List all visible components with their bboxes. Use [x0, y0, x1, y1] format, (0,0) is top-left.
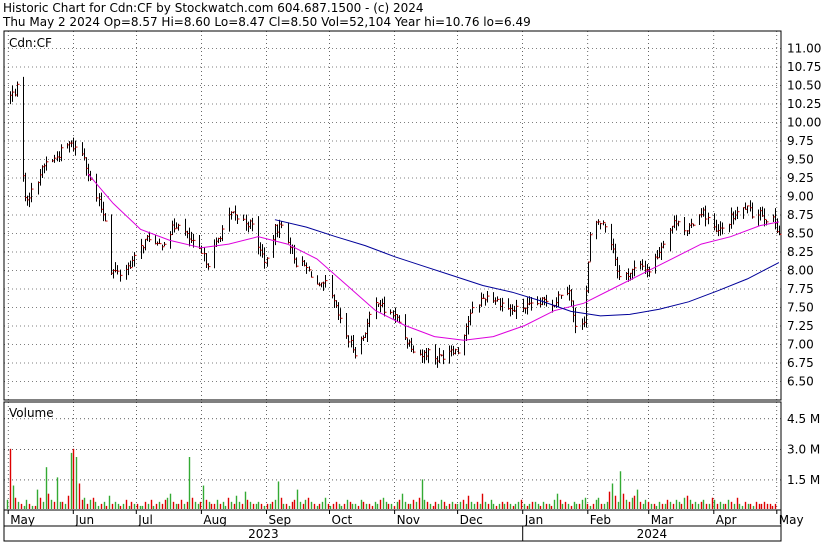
- price-tick-label: 7.00: [787, 338, 814, 352]
- price-tick-label: 6.50: [787, 375, 814, 389]
- month-label: Aug: [203, 513, 226, 527]
- month-label: Nov: [397, 513, 420, 527]
- price-tick-label: 10.75: [787, 60, 821, 74]
- month-label: Oct: [332, 513, 353, 527]
- price-tick-label: 8.25: [787, 245, 814, 259]
- moving-average-short: [87, 173, 779, 341]
- price-volume-chart: 11.00 10.75 10.50 10.25 10.00 9.75 9.50 9.25 9.0…: [3, 30, 821, 542]
- price-tick-label: 10.25: [787, 97, 821, 111]
- price-tick-label: 8.75: [787, 208, 814, 222]
- moving-averages: [87, 173, 780, 341]
- price-tick-label: 11.00: [787, 42, 821, 56]
- price-tick-label: 9.25: [787, 171, 814, 185]
- month-label: Jul: [137, 513, 152, 527]
- volume-panel-border: [3, 401, 782, 511]
- volume-bars: [6, 448, 777, 509]
- month-label: Feb: [590, 513, 611, 527]
- price-tick-label: 7.75: [787, 282, 814, 296]
- volume-tick-label: 4.5 M: [787, 412, 820, 426]
- price-tick-label: 8.50: [787, 227, 814, 241]
- volume-axis: 4.5 M 3.0 M 1.5 M: [787, 412, 820, 487]
- price-tick-label: 9.75: [787, 134, 814, 148]
- moving-average-long: [274, 219, 780, 317]
- month-label: Dec: [460, 513, 483, 527]
- month-label: Mar: [651, 513, 674, 527]
- year-label: 2023: [248, 527, 279, 541]
- price-tick-label: 8.00: [787, 264, 814, 278]
- price-tick-label: 9.00: [787, 190, 814, 204]
- month-label: Apr: [716, 513, 737, 527]
- month-label: May: [10, 513, 35, 527]
- chart-stage: Historic Chart for Cdn:CF by Stockwatch.…: [0, 0, 830, 543]
- month-label: Jan: [524, 513, 544, 527]
- month-label: Sep: [269, 513, 292, 527]
- volume-tick-label: 1.5 M: [787, 473, 820, 487]
- year-label: 2024: [637, 527, 668, 541]
- chart-frame: [3, 30, 782, 542]
- volume-tick-label: 3.0 M: [787, 442, 820, 456]
- price-tick-label: 10.00: [787, 116, 821, 130]
- price-tick-label: 9.50: [787, 153, 814, 167]
- price-bars: [10, 76, 782, 368]
- price-panel-title: Cdn:CF: [9, 36, 52, 50]
- month-label: May: [779, 513, 804, 527]
- volume-panel-title: Volume: [9, 406, 54, 420]
- price-tick-label: 6.75: [787, 356, 814, 370]
- price-tick-label: 10.50: [787, 79, 821, 93]
- price-tick-label: 7.50: [787, 301, 814, 315]
- price-axis: 11.00 10.75 10.50 10.25 10.00 9.75 9.50 9.25 9.0…: [787, 42, 821, 389]
- price-tick-label: 7.25: [787, 319, 814, 333]
- month-label: Jun: [74, 513, 94, 527]
